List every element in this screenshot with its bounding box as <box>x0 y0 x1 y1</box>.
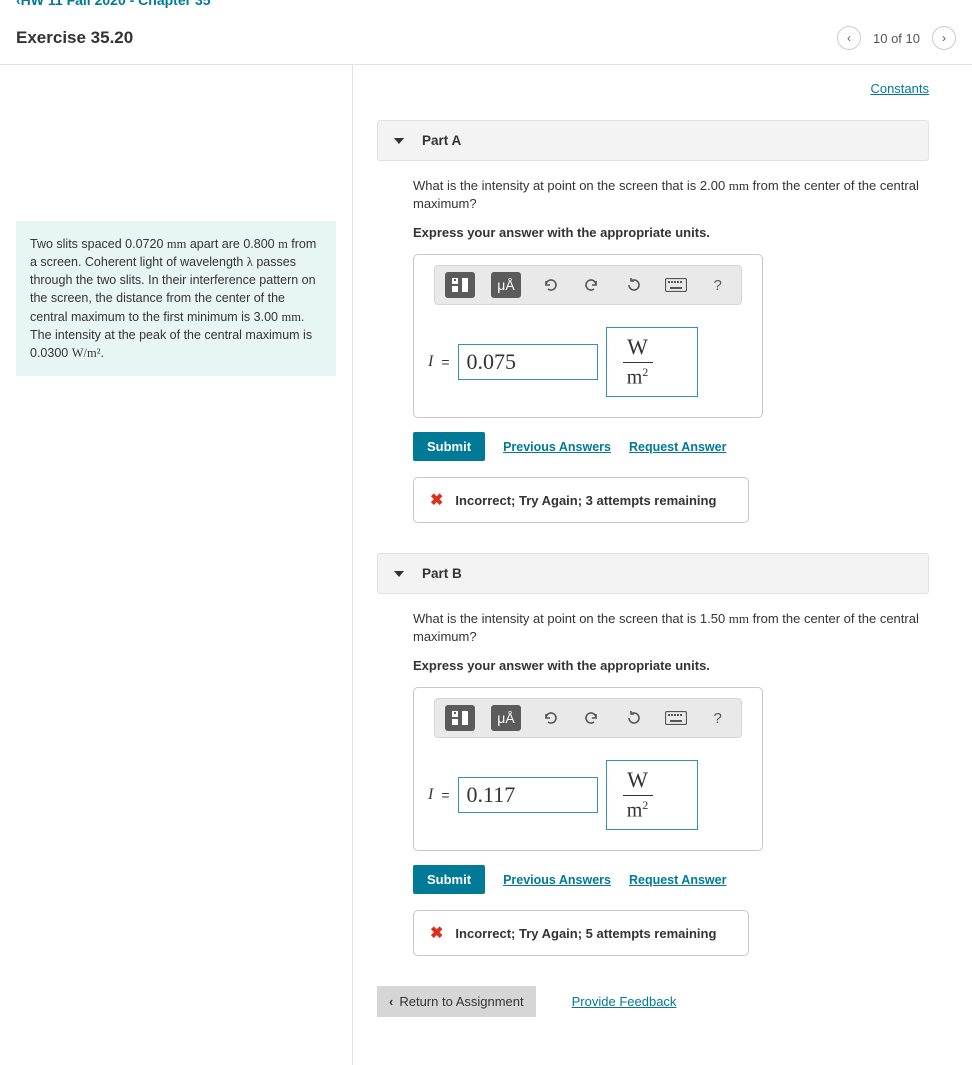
next-item-button[interactable]: › <box>932 26 956 50</box>
part-b-value-input[interactable] <box>458 777 598 813</box>
part-a-units-input[interactable]: W m2 <box>606 327 698 397</box>
templates-button[interactable] <box>445 705 475 731</box>
templates-button[interactable] <box>445 272 475 298</box>
part-b-submit-button[interactable]: Submit <box>413 865 485 894</box>
equals-sign: = <box>441 354 449 370</box>
part-a-actions: Submit Previous Answers Request Answer <box>413 432 929 461</box>
part-b-instructions: Express your answer with the appropriate… <box>413 658 929 673</box>
part-a-answer-box: μÅ ? I = <box>413 254 763 418</box>
breadcrumb-link[interactable]: ‹HW 11 Fall 2020 - Chapter 35 <box>16 0 211 8</box>
feedback-text: Incorrect; Try Again; 5 attempts remaini… <box>455 926 716 941</box>
answer-toolbar: μÅ ? <box>434 265 741 305</box>
part-b-label: Part B <box>422 566 462 581</box>
question-unit: mm <box>729 178 749 193</box>
help-button[interactable]: ? <box>705 705 731 731</box>
variable-label: I <box>428 353 433 371</box>
problem-context: Two slits spaced 0.0720 mm apart are 0.8… <box>16 221 336 376</box>
context-text: Two slits spaced 0.0720 <box>30 237 167 251</box>
return-to-assignment-button[interactable]: ‹ Return to Assignment <box>377 986 536 1017</box>
context-unit: m <box>278 237 288 251</box>
chevron-right-icon: › <box>942 31 946 45</box>
units-button[interactable]: μÅ <box>491 705 520 731</box>
question-text: What is the intensity at point on the sc… <box>413 178 729 193</box>
reset-button[interactable] <box>621 705 647 731</box>
context-unit: W/m² <box>72 346 101 360</box>
sidebar: Two slits spaced 0.0720 mm apart are 0.8… <box>0 65 353 1065</box>
header: Exercise 35.20 ‹ 10 of 10 › <box>0 18 972 65</box>
collapse-icon <box>394 138 404 144</box>
part-b-request-answer-link[interactable]: Request Answer <box>629 873 726 887</box>
item-counter: 10 of 10 <box>873 31 920 46</box>
question-unit: mm <box>729 611 749 626</box>
collapse-icon <box>394 571 404 577</box>
part-b-question: What is the intensity at point on the sc… <box>413 610 929 646</box>
part-b-feedback: ✖ Incorrect; Try Again; 5 attempts remai… <box>413 910 749 956</box>
page-title: Exercise 35.20 <box>16 28 133 48</box>
part-a-header[interactable]: Part A <box>377 120 929 161</box>
context-text: . <box>100 346 103 360</box>
unit-denominator: m2 <box>625 365 651 390</box>
help-button[interactable]: ? <box>705 272 731 298</box>
equation-row: I = W m2 <box>424 321 752 407</box>
part-b-previous-answers-link[interactable]: Previous Answers <box>503 873 611 887</box>
part-b-units-input[interactable]: W m2 <box>606 760 698 830</box>
redo-button[interactable] <box>579 705 605 731</box>
feedback-text: Incorrect; Try Again; 3 attempts remaini… <box>455 493 716 508</box>
part-a-previous-answers-link[interactable]: Previous Answers <box>503 440 611 454</box>
keyboard-button[interactable] <box>663 272 689 298</box>
return-label: Return to Assignment <box>399 994 523 1009</box>
incorrect-icon: ✖ <box>430 923 443 943</box>
fraction-line <box>623 362 653 363</box>
provide-feedback-link[interactable]: Provide Feedback <box>572 994 677 1009</box>
units-button[interactable]: μÅ <box>491 272 520 298</box>
unit-numerator: W <box>625 334 650 360</box>
variable-label: I <box>428 786 433 804</box>
part-a-question: What is the intensity at point on the sc… <box>413 177 929 213</box>
context-text: apart are 0.800 <box>186 237 278 251</box>
question-text: What is the intensity at point on the sc… <box>413 611 729 626</box>
unit-numerator: W <box>625 767 650 793</box>
context-unit: mm <box>167 237 186 251</box>
undo-button[interactable] <box>537 272 563 298</box>
context-unit: mm <box>281 310 300 324</box>
chevron-left-icon: ‹ <box>389 994 393 1009</box>
part-b-body: What is the intensity at point on the sc… <box>413 610 929 956</box>
main: Constants Part A What is the intensity a… <box>353 65 953 1065</box>
part-a-label: Part A <box>422 133 461 148</box>
chevron-left-icon: ‹ <box>847 31 851 45</box>
reset-button[interactable] <box>621 272 647 298</box>
unit-denominator: m2 <box>625 798 651 823</box>
part-b-header[interactable]: Part B <box>377 553 929 594</box>
keyboard-button[interactable] <box>663 705 689 731</box>
redo-button[interactable] <box>579 272 605 298</box>
incorrect-icon: ✖ <box>430 490 443 510</box>
part-a-submit-button[interactable]: Submit <box>413 432 485 461</box>
breadcrumb-text: HW 11 Fall 2020 - Chapter 35 <box>21 0 211 8</box>
equals-sign: = <box>441 787 449 803</box>
prev-item-button[interactable]: ‹ <box>837 26 861 50</box>
fraction-line <box>623 795 653 796</box>
part-a-body: What is the intensity at point on the sc… <box>413 177 929 523</box>
answer-toolbar: μÅ ? <box>434 698 741 738</box>
constants-link[interactable]: Constants <box>870 81 929 96</box>
part-b-actions: Submit Previous Answers Request Answer <box>413 865 929 894</box>
item-nav: ‹ 10 of 10 › <box>837 26 956 50</box>
part-a-value-input[interactable] <box>458 344 598 380</box>
equation-row: I = W m2 <box>424 754 752 840</box>
bottom-actions: ‹ Return to Assignment Provide Feedback <box>377 986 929 1017</box>
part-b-answer-box: μÅ ? I = <box>413 687 763 851</box>
undo-button[interactable] <box>537 705 563 731</box>
part-a-feedback: ✖ Incorrect; Try Again; 3 attempts remai… <box>413 477 749 523</box>
part-a-request-answer-link[interactable]: Request Answer <box>629 440 726 454</box>
part-a-instructions: Express your answer with the appropriate… <box>413 225 929 240</box>
